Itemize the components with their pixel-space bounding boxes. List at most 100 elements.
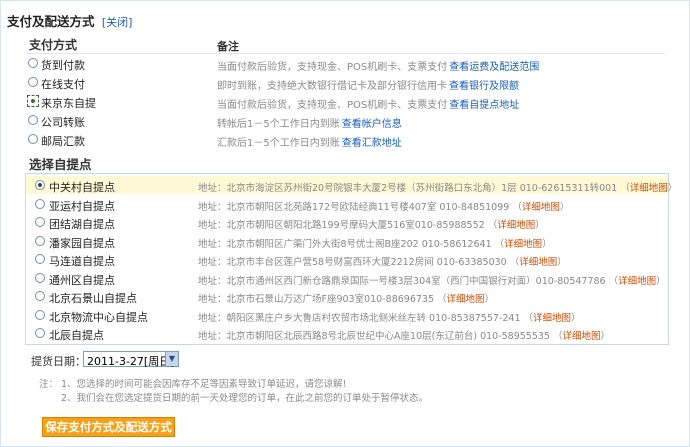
note-column-header: 备注 — [217, 40, 239, 53]
address-text: 地址：北京市朝阳区北苑路172号欧陆经典11号楼407室 010-8485109… — [198, 201, 510, 213]
pickup-point-name[interactable]: 马连道自提点 — [49, 253, 115, 269]
note-text: 当面付款后验货，支持现金、POS机刷卡、支票支付 — [217, 100, 448, 111]
pickup-point-name[interactable]: 北京石景山自提点 — [49, 290, 137, 306]
map-link[interactable]: 详细地图 — [447, 294, 485, 305]
shipping-fee-link[interactable]: 查看运费及配送范围 — [449, 62, 539, 73]
pickup-point-row[interactable]: 亚运村自提点 地址：北京市朝阳区北苑路172号欧陆经典11号楼407室 010-… — [26, 195, 668, 213]
note-text: 汇款后1－5个工作日内到账 — [217, 138, 340, 149]
radio-button[interactable] — [28, 134, 38, 144]
payment-method-column-header: 支付方式 — [29, 38, 78, 52]
pickup-date-value[interactable]: 2011-3-27[周日] — [87, 353, 175, 369]
radio-button[interactable] — [28, 58, 38, 68]
payment-option-label[interactable]: 公司转账 — [41, 114, 85, 130]
radio-button[interactable] — [28, 77, 38, 87]
radio-button[interactable] — [35, 291, 45, 301]
save-payment-shipping-button[interactable]: 保存支付方式及配送方式 — [42, 417, 175, 437]
payment-shipping-panel: 支付及配送方式 [关闭] 支付方式 备注 货到付款 当面付款后验货，支持现金、P… — [0, 0, 690, 447]
payment-option-note: 当面付款后验货，支持现金、POS机刷卡、支票支付 查看运费及配送范围 — [217, 58, 539, 73]
payment-option-label[interactable]: 邮局汇款 — [41, 133, 85, 149]
payment-option-postal-remittance[interactable]: 邮局汇款 汇款后1－5个工作日内到账 查看汇款地址 — [25, 131, 665, 149]
payment-option-note: 当面付款后验货，支持现金、POS机刷卡、支票支付 查看自提点地址 — [217, 96, 519, 111]
radio-button[interactable] — [28, 115, 38, 125]
note-text: 转帐后1－5个工作日内到账 — [217, 119, 340, 130]
pickup-point-row[interactable]: 通州区自提点 地址：北京市通州区西门新仓路鼎泉国际一号楼3层304室（西门中国银… — [26, 269, 668, 287]
chevron-down-icon[interactable]: ▼ — [165, 352, 178, 366]
bank-limit-link[interactable]: 查看银行及限额 — [449, 81, 519, 92]
close-link[interactable]: 关闭 — [106, 16, 128, 29]
pickup-point-address: 地址：北京市朝阳区北苑路172号欧陆经典11号楼407室 010-8485109… — [198, 201, 570, 213]
page-title: 支付及配送方式 — [7, 14, 95, 29]
pickup-point-row[interactable]: 北京物流中心自提点 地址：朝阳区黑庄户乡大鲁店村农贸市场北侧米丝左转 010-8… — [26, 306, 668, 324]
radio-button[interactable] — [35, 254, 45, 264]
address-text: 地址：北京市朝阳区广渠门外大街8号优士阁B座202 010-58612641 — [198, 238, 492, 250]
map-link[interactable]: 详细地图 — [519, 257, 557, 268]
pickup-point-row[interactable]: 中关村自提点 地址：北京市海淀区苏州街20号院银丰大厦2号楼（苏州街路口东北角）… — [26, 176, 677, 195]
pickup-date-label: 提货日期： — [31, 355, 86, 368]
note-text: 即时到账，支持绝大数银行借记卡及部分银行信用卡 — [217, 81, 447, 92]
pickup-point-address: 地址：北京市海淀区苏州街20号院银丰大厦2号楼（苏州街路口东北角）1层 010-… — [198, 183, 678, 194]
pickup-section-title: 选择自提点 — [29, 157, 92, 172]
pickup-point-address: 地址：朝阳区黑庄户乡大鲁店村农贸市场北侧米丝左转 010-85387557-24… — [198, 312, 581, 324]
pickup-date-select[interactable]: 2011-3-27[周日] ▼ — [83, 351, 179, 369]
radio-button[interactable] — [35, 328, 45, 338]
pickup-point-row[interactable]: 北辰自提点 地址：北京市朝阳区北辰西路8号北辰世纪中心A座10层(东辽前台) 0… — [26, 324, 668, 342]
address-text: 地址：北京市丰台区莲户营58号财富西环大厦2212房间 010-63385030 — [198, 257, 507, 268]
map-link[interactable]: 详细地图 — [618, 276, 656, 287]
divider — [25, 53, 665, 54]
pickup-point-address: 地址：北京市丰台区莲户营58号财富西环大厦2212房间 010-63385030… — [198, 257, 567, 268]
pickup-point-name[interactable]: 通州区自提点 — [49, 272, 115, 288]
account-info-link[interactable]: 查看帐户信息 — [342, 119, 402, 130]
pickup-point-row[interactable]: 潘家园自提点 地址：北京市朝阳区广渠门外大街8号优士阁B座202 010-586… — [26, 232, 668, 250]
radio-button[interactable] — [35, 309, 45, 320]
notes-prefix: 注： — [39, 379, 59, 390]
payment-method-table: 支付方式 备注 货到付款 当面付款后验货，支持现金、POS机刷卡、支票支付 查看运… — [25, 31, 665, 151]
payment-option-label[interactable]: 来京东自提 — [41, 95, 96, 111]
bracket-right: ] — [128, 16, 133, 29]
map-link[interactable]: 详细地图 — [533, 313, 571, 324]
pickup-point-address: 地址：北京市石景山万达广场F座903室010-88696735 （详细地图） — [198, 294, 495, 305]
map-link[interactable]: 详细地图 — [522, 202, 560, 213]
pickup-point-row[interactable]: 马连道自提点 地址：北京市丰台区莲户营58号财富西环大厦2212房间 010-6… — [26, 250, 668, 268]
pickup-point-row[interactable]: 团结湖自提点 地址：北京市朝阳区朝阳北路199号摩码大厦516室010-8598… — [26, 213, 668, 231]
payment-option-label[interactable]: 在线支付 — [41, 76, 85, 92]
map-link[interactable]: 详细地图 — [563, 331, 601, 342]
radio-button[interactable] — [35, 217, 45, 227]
map-link[interactable]: 详细地图 — [504, 239, 542, 250]
payment-option-online[interactable]: 在线支付 即时到账，支持绝大数银行借记卡及部分银行信用卡 查看银行及限额 — [25, 74, 665, 92]
map-link[interactable]: 详细地图 — [630, 183, 668, 194]
pickup-point-address: 地址：北京市朝阳区广渠门外大街8号优士阁B座202 010-58612641 （… — [198, 238, 552, 250]
payment-option-cod[interactable]: 货到付款 当面付款后验货，支持现金、POS机刷卡、支票支付 查看运费及配送范围 — [25, 55, 665, 73]
pickup-point-name[interactable]: 潘家园自提点 — [49, 235, 115, 251]
note-item: 2、我们会在您选定提货日期的前一天处理您的订单，在此之前您的订单处于暂停状态。 — [61, 393, 429, 404]
radio-button-selected[interactable] — [35, 180, 45, 190]
note-item: 1、您选择的时间可能会因库存不足等因素导致订单延迟，请您谅解! — [61, 379, 347, 390]
pickup-point-list: 中关村自提点 地址：北京市海淀区苏州街20号院银丰大厦2号楼（苏州街路口东北角）… — [25, 173, 677, 345]
payment-option-self-pickup[interactable]: 来京东自提 当面付款后验货，支持现金、POS机刷卡、支票支付 查看自提点地址 — [25, 93, 665, 111]
radio-button[interactable] — [35, 272, 45, 283]
payment-option-note: 即时到账，支持绝大数银行借记卡及部分银行信用卡 查看银行及限额 — [217, 77, 519, 92]
pickup-point-name[interactable]: 中关村自提点 — [49, 179, 115, 195]
map-link[interactable]: 详细地图 — [497, 220, 535, 231]
remittance-address-link[interactable]: 查看汇款地址 — [342, 138, 402, 149]
pickup-address-link[interactable]: 查看自提点地址 — [449, 100, 519, 111]
close-link-wrapper: [关闭] — [102, 16, 133, 29]
radio-button[interactable] — [35, 235, 45, 246]
address-text: 地址：北京市朝阳区北辰西路8号北辰世纪中心A座10层(东辽前台) 010-589… — [198, 331, 550, 342]
pickup-point-address: 地址：北京市通州区西门新仓路鼎泉国际一号楼3层304室（西门中国银行对面）010… — [198, 275, 666, 287]
address-text: 地址：北京市通州区西门新仓路鼎泉国际一号楼3层304室（西门中国银行对面）010… — [198, 275, 606, 287]
pickup-point-row[interactable]: 北京石景山自提点 地址：北京市石景山万达广场F座903室010-88696735… — [26, 287, 668, 305]
radio-button[interactable] — [35, 198, 45, 209]
address-text: 地址：朝阳区黑庄户乡大鲁店村农贸市场北侧米丝左转 010-85387557-24… — [198, 312, 521, 324]
payment-option-note: 汇款后1－5个工作日内到账 查看汇款地址 — [217, 134, 402, 149]
pickup-point-address: 地址：北京市朝阳区北辰西路8号北辰世纪中心A座10层(东辽前台) 010-589… — [198, 331, 611, 342]
pickup-point-name[interactable]: 北辰自提点 — [49, 327, 104, 343]
payment-option-label[interactable]: 货到付款 — [41, 57, 85, 73]
payment-option-company-transfer[interactable]: 公司转账 转帐后1－5个工作日内到账 查看帐户信息 — [25, 112, 665, 130]
pickup-point-address: 地址：北京市朝阳区朝阳北路199号摩码大厦516室010-85988552 （详… — [198, 220, 545, 231]
pickup-point-name[interactable]: 团结湖自提点 — [49, 216, 115, 232]
pickup-point-name[interactable]: 北京物流中心自提点 — [49, 309, 148, 325]
radio-button-selected[interactable] — [27, 95, 39, 107]
pickup-point-name[interactable]: 亚运村自提点 — [49, 198, 115, 214]
address-text: 地址：北京市海淀区苏州街20号院银丰大厦2号楼（苏州街路口东北角）1层 010-… — [198, 183, 618, 194]
payment-table-header: 支付方式 备注 — [25, 36, 665, 53]
